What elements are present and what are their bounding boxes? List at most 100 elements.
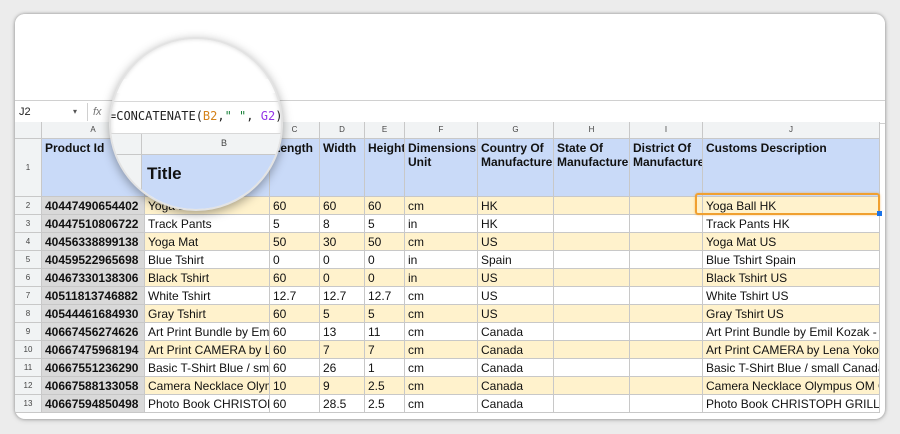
table-cell[interactable]: Basic T-Shirt Blue / small <box>145 359 270 377</box>
row-header[interactable]: 5 <box>15 251 42 269</box>
table-cell[interactable]: Canada <box>478 323 554 341</box>
table-cell[interactable]: Black Tshirt <box>145 269 270 287</box>
table-cell[interactable]: 26 <box>320 359 365 377</box>
table-cell[interactable]: in <box>405 215 478 233</box>
table-cell[interactable]: 40667588133058 <box>42 377 145 395</box>
table-cell[interactable]: 40667456274626 <box>42 323 145 341</box>
header-cell[interactable]: District Of Manufacture <box>630 139 703 197</box>
column-header[interactable]: E <box>365 122 405 139</box>
table-cell[interactable]: 60 <box>270 395 320 413</box>
table-cell[interactable]: 12.7 <box>320 287 365 305</box>
table-cell[interactable] <box>630 215 703 233</box>
table-cell[interactable] <box>630 377 703 395</box>
table-cell[interactable] <box>630 323 703 341</box>
table-cell[interactable]: Gray Tshirt <box>145 305 270 323</box>
table-cell[interactable]: in <box>405 269 478 287</box>
column-header[interactable]: G <box>478 122 554 139</box>
table-cell[interactable] <box>630 251 703 269</box>
table-cell[interactable] <box>554 269 630 287</box>
table-cell[interactable]: Art Print Bundle by Emil Kozak - L <box>703 323 880 341</box>
table-cell[interactable]: 5 <box>320 305 365 323</box>
table-cell[interactable] <box>554 359 630 377</box>
table-cell[interactable] <box>554 215 630 233</box>
header-cell[interactable]: State Of Manufacture <box>554 139 630 197</box>
table-cell[interactable]: 1 <box>365 359 405 377</box>
table-cell[interactable] <box>630 395 703 413</box>
row-header[interactable]: 1 <box>15 139 42 197</box>
table-cell[interactable]: 7 <box>365 341 405 359</box>
table-cell[interactable]: US <box>478 287 554 305</box>
table-cell[interactable]: cm <box>405 341 478 359</box>
table-cell[interactable]: 40667475968194 <box>42 341 145 359</box>
row-header[interactable]: 10 <box>15 341 42 359</box>
table-cell[interactable]: Blue Tshirt Spain <box>703 251 880 269</box>
table-cell[interactable]: 2.5 <box>365 395 405 413</box>
table-cell[interactable] <box>554 377 630 395</box>
table-cell[interactable]: 50 <box>365 233 405 251</box>
table-cell[interactable]: 40467330138306 <box>42 269 145 287</box>
table-cell[interactable] <box>630 287 703 305</box>
table-cell[interactable]: US <box>478 269 554 287</box>
row-header[interactable]: 12 <box>15 377 42 395</box>
table-cell[interactable]: Canada <box>478 395 554 413</box>
table-cell[interactable] <box>630 305 703 323</box>
table-cell[interactable]: 0 <box>270 251 320 269</box>
table-cell[interactable]: Art Print Bundle by Emil Kozak <box>145 323 270 341</box>
table-cell[interactable]: Camera Necklace Olympus OM C <box>703 377 880 395</box>
table-cell[interactable]: 60 <box>270 359 320 377</box>
table-cell[interactable] <box>554 341 630 359</box>
table-cell[interactable]: Track Pants <box>145 215 270 233</box>
row-header[interactable]: 13 <box>15 395 42 413</box>
table-cell[interactable]: 12.7 <box>270 287 320 305</box>
column-header[interactable]: F <box>405 122 478 139</box>
header-cell[interactable]: Customs Description <box>703 139 880 197</box>
table-cell[interactable] <box>630 341 703 359</box>
header-cell[interactable]: Height <box>365 139 405 197</box>
table-cell[interactable]: 9 <box>320 377 365 395</box>
table-cell[interactable]: Canada <box>478 377 554 395</box>
table-cell[interactable]: cm <box>405 377 478 395</box>
table-cell[interactable]: 0 <box>320 269 365 287</box>
table-cell[interactable]: 60 <box>270 323 320 341</box>
table-cell[interactable]: 60 <box>270 305 320 323</box>
row-header[interactable]: 8 <box>15 305 42 323</box>
table-cell[interactable]: 28.5 <box>320 395 365 413</box>
table-cell[interactable]: White Tshirt US <box>703 287 880 305</box>
table-cell[interactable]: 12.7 <box>365 287 405 305</box>
table-cell[interactable]: Spain <box>478 251 554 269</box>
table-cell[interactable]: HK <box>478 215 554 233</box>
table-cell[interactable]: cm <box>405 305 478 323</box>
row-header[interactable]: 11 <box>15 359 42 377</box>
table-cell[interactable]: cm <box>405 359 478 377</box>
row-header[interactable]: 2 <box>15 197 42 215</box>
table-cell[interactable]: 40459522965698 <box>42 251 145 269</box>
table-cell[interactable]: Photo Book CHRISTOPH GRILL <box>145 395 270 413</box>
table-cell[interactable]: Black Tshirt US <box>703 269 880 287</box>
table-cell[interactable]: 60 <box>320 197 365 215</box>
table-cell[interactable]: Track Pants HK <box>703 215 880 233</box>
header-cell[interactable]: Country Of Manufacture <box>478 139 554 197</box>
table-cell[interactable] <box>630 359 703 377</box>
table-cell[interactable]: 40447510806722 <box>42 215 145 233</box>
table-cell[interactable] <box>554 323 630 341</box>
row-header[interactable]: 9 <box>15 323 42 341</box>
table-cell[interactable]: 5 <box>365 215 405 233</box>
table-cell[interactable]: 13 <box>320 323 365 341</box>
table-cell[interactable]: in <box>405 251 478 269</box>
table-cell[interactable]: 0 <box>320 251 365 269</box>
table-cell[interactable]: 30 <box>320 233 365 251</box>
table-cell[interactable]: Blue Tshirt <box>145 251 270 269</box>
table-cell[interactable]: 5 <box>270 215 320 233</box>
table-cell[interactable]: Photo Book CHRISTOPH GRILL <box>703 395 880 413</box>
table-cell[interactable]: 40511813746882 <box>42 287 145 305</box>
table-cell[interactable]: 7 <box>320 341 365 359</box>
table-cell[interactable]: White Tshirt <box>145 287 270 305</box>
table-cell[interactable] <box>554 287 630 305</box>
table-cell[interactable]: Gray Tshirt US <box>703 305 880 323</box>
table-cell[interactable]: 2.5 <box>365 377 405 395</box>
table-cell[interactable]: cm <box>405 197 478 215</box>
table-cell[interactable]: Art Print CAMERA by Lena Yokoy <box>703 341 880 359</box>
table-cell[interactable]: 40667594850498 <box>42 395 145 413</box>
table-cell[interactable]: cm <box>405 233 478 251</box>
table-cell[interactable] <box>630 197 703 215</box>
